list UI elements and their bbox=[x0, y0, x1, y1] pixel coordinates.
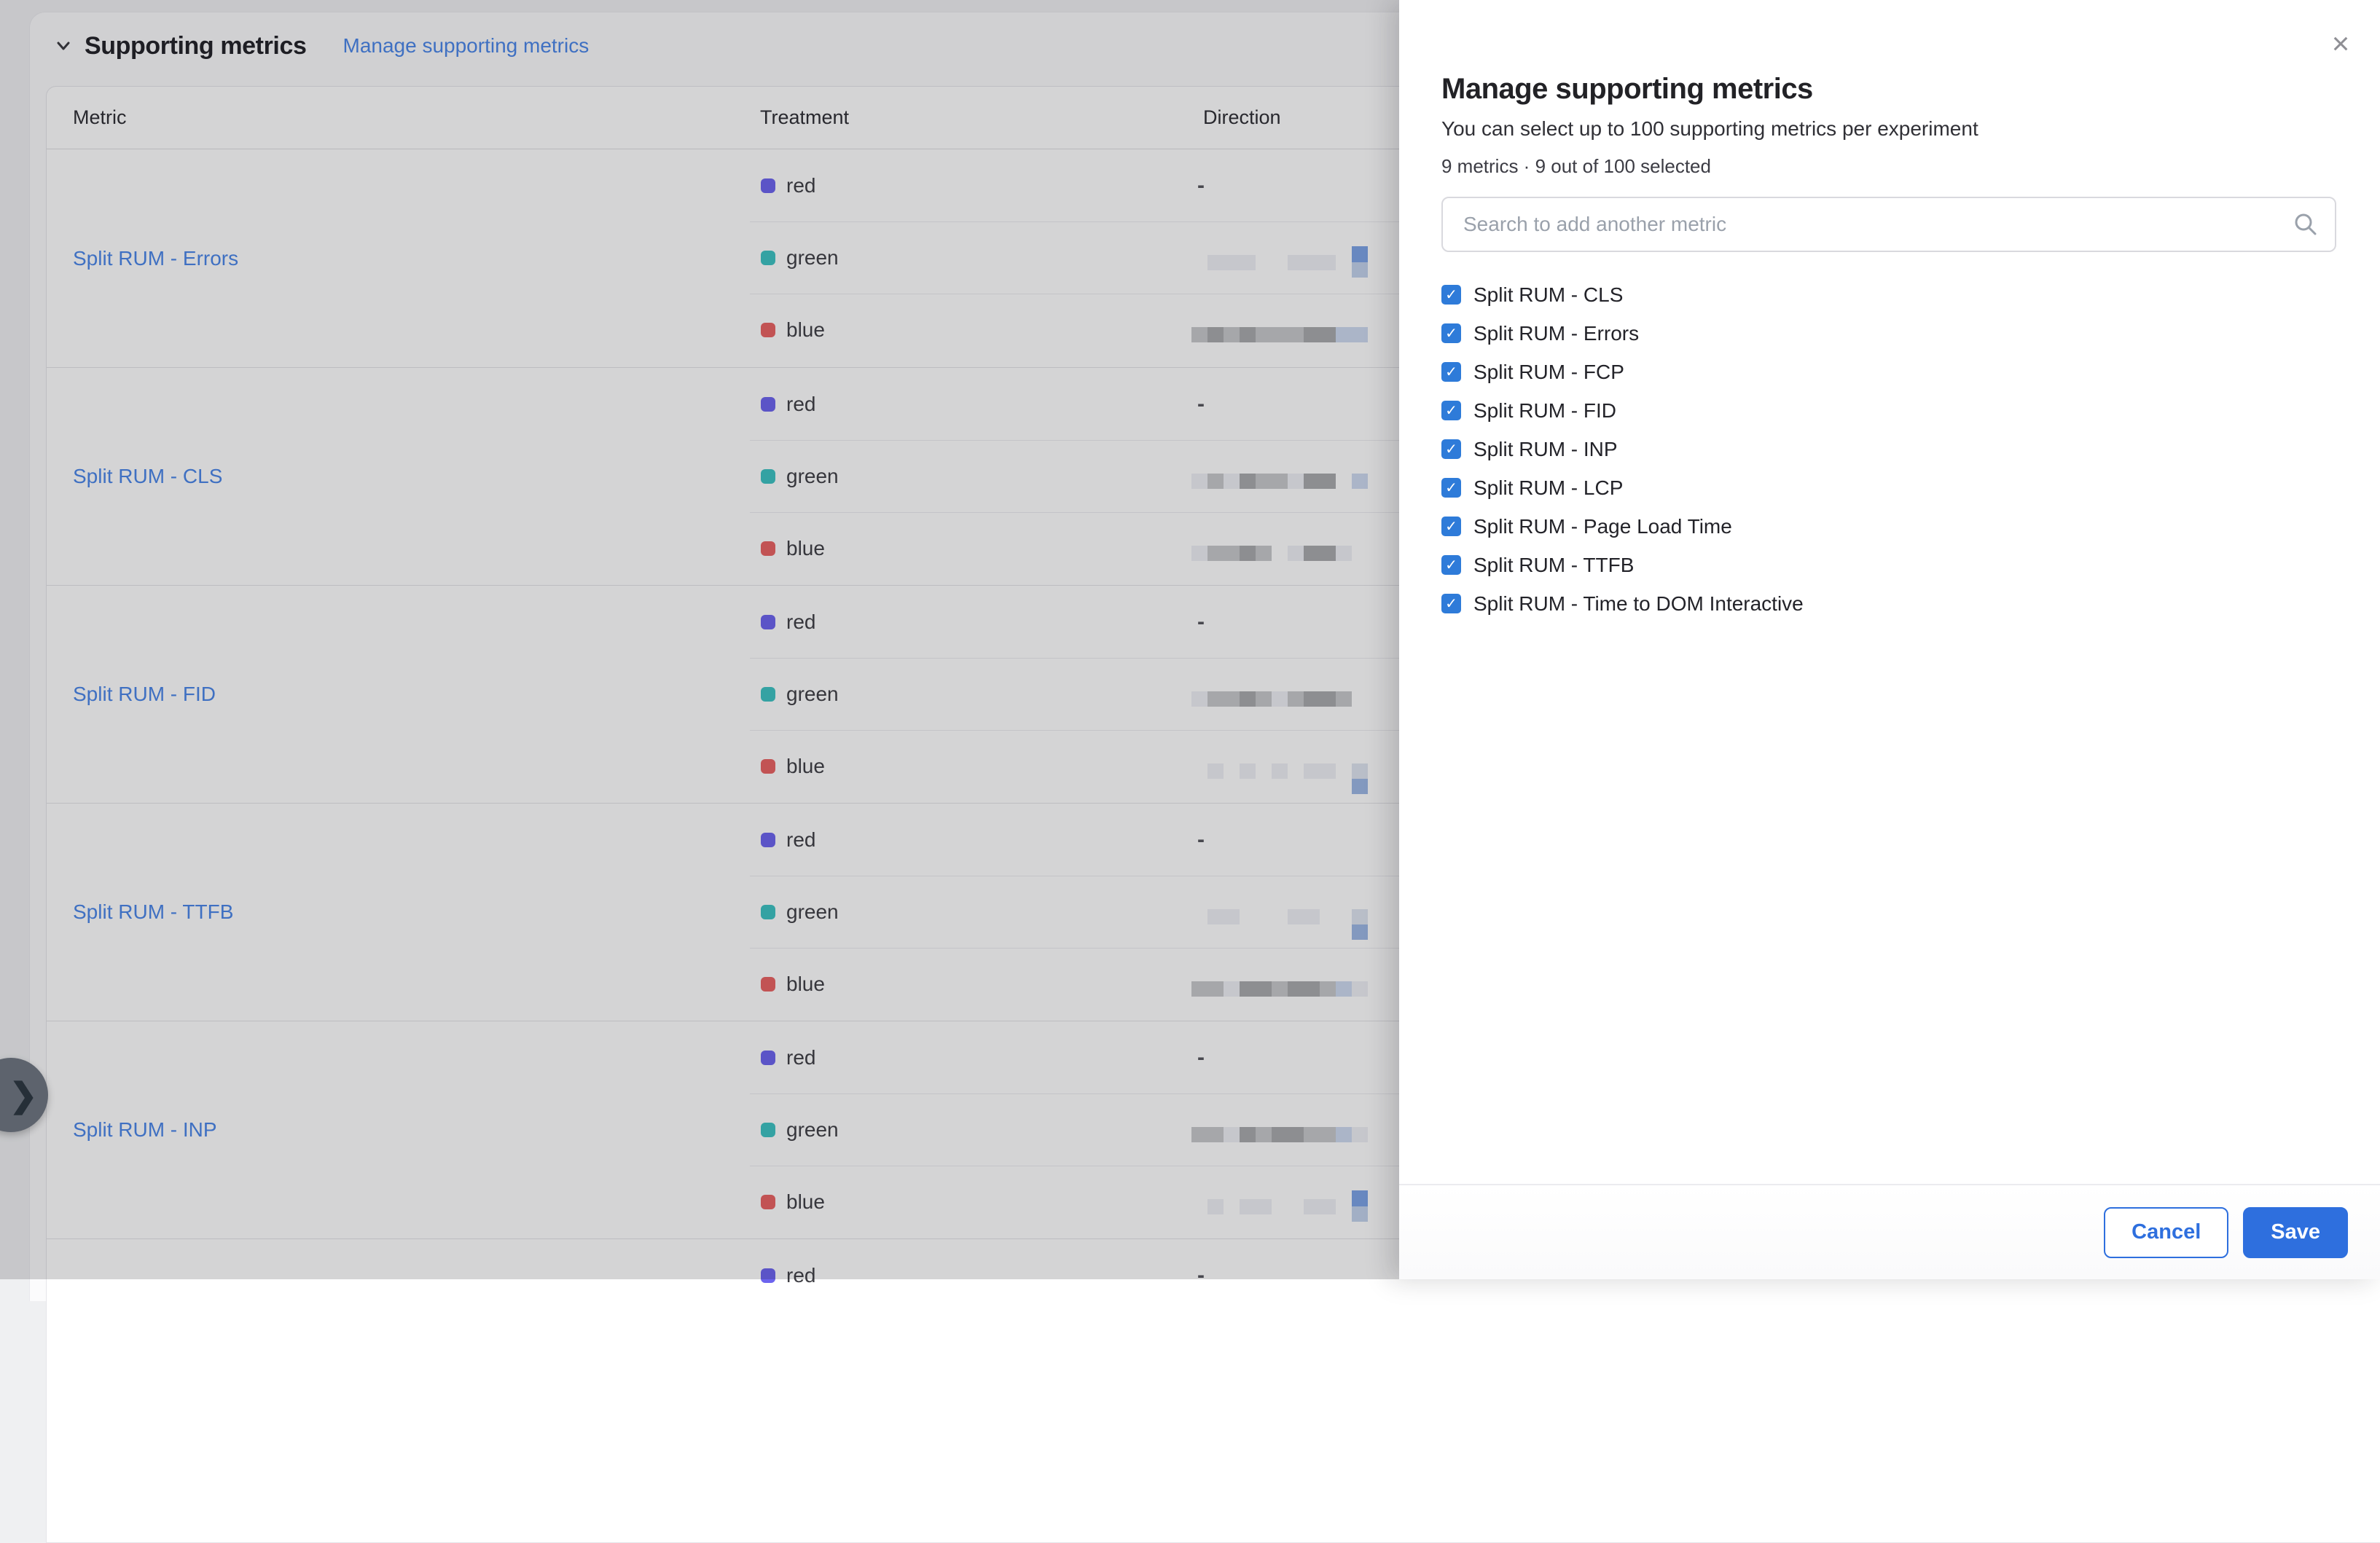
checkbox-checked-icon[interactable]: ✓ bbox=[1441, 517, 1461, 536]
checkbox-checked-icon[interactable]: ✓ bbox=[1441, 478, 1461, 498]
selection-count: 9 metrics · 9 out of 100 selected bbox=[1441, 155, 2336, 178]
metric-option[interactable]: ✓ Split RUM - Time to DOM Interactive bbox=[1441, 584, 2336, 623]
metric-option[interactable]: ✓ Split RUM - FCP bbox=[1441, 353, 2336, 391]
close-icon[interactable]: × bbox=[2319, 22, 2363, 66]
drawer-body: Manage supporting metrics You can select… bbox=[1399, 0, 2380, 1184]
drawer-subtitle: You can select up to 100 supporting metr… bbox=[1441, 117, 2336, 141]
drawer-title: Manage supporting metrics bbox=[1441, 73, 2336, 106]
metric-option[interactable]: ✓ Split RUM - FID bbox=[1441, 391, 2336, 430]
metric-option-label: Split RUM - Errors bbox=[1473, 322, 1639, 345]
metric-option[interactable]: ✓ Split RUM - INP bbox=[1441, 430, 2336, 468]
cancel-button[interactable]: Cancel bbox=[2104, 1207, 2228, 1258]
metric-option-label: Split RUM - Time to DOM Interactive bbox=[1473, 592, 1804, 616]
checkbox-checked-icon[interactable]: ✓ bbox=[1441, 323, 1461, 343]
metric-option[interactable]: ✓ Split RUM - TTFB bbox=[1441, 546, 2336, 584]
metric-option[interactable]: ✓ Split RUM - CLS bbox=[1441, 275, 2336, 314]
checkbox-checked-icon[interactable]: ✓ bbox=[1441, 555, 1461, 575]
drawer-footer: Cancel Save bbox=[1399, 1184, 2380, 1279]
metric-checkbox-list: ✓ Split RUM - CLS ✓ Split RUM - Errors ✓ Spli… bbox=[1441, 275, 2336, 623]
metric-option[interactable]: ✓ Split RUM - Page Load Time bbox=[1441, 507, 2336, 546]
metric-search bbox=[1441, 197, 2336, 252]
checkbox-checked-icon[interactable]: ✓ bbox=[1441, 401, 1461, 420]
checkbox-checked-icon[interactable]: ✓ bbox=[1441, 594, 1461, 613]
metric-option-label: Split RUM - LCP bbox=[1473, 476, 1623, 500]
metric-option[interactable]: ✓ Split RUM - LCP bbox=[1441, 468, 2336, 507]
save-button[interactable]: Save bbox=[2243, 1207, 2348, 1258]
metric-option-label: Split RUM - CLS bbox=[1473, 283, 1623, 307]
checkbox-checked-icon[interactable]: ✓ bbox=[1441, 362, 1461, 382]
manage-supporting-metrics-drawer: × Manage supporting metrics You can sele… bbox=[1399, 0, 2380, 1279]
metric-option-label: Split RUM - Page Load Time bbox=[1473, 515, 1732, 538]
metric-option-label: Split RUM - FCP bbox=[1473, 361, 1624, 384]
search-icon bbox=[2293, 211, 2319, 237]
metric-option-label: Split RUM - TTFB bbox=[1473, 554, 1634, 577]
metric-option-label: Split RUM - FID bbox=[1473, 399, 1616, 423]
metric-option-label: Split RUM - INP bbox=[1473, 438, 1618, 461]
checkbox-checked-icon[interactable]: ✓ bbox=[1441, 439, 1461, 459]
checkbox-checked-icon[interactable]: ✓ bbox=[1441, 285, 1461, 305]
metric-option[interactable]: ✓ Split RUM - Errors bbox=[1441, 314, 2336, 353]
search-input[interactable] bbox=[1443, 198, 2335, 251]
